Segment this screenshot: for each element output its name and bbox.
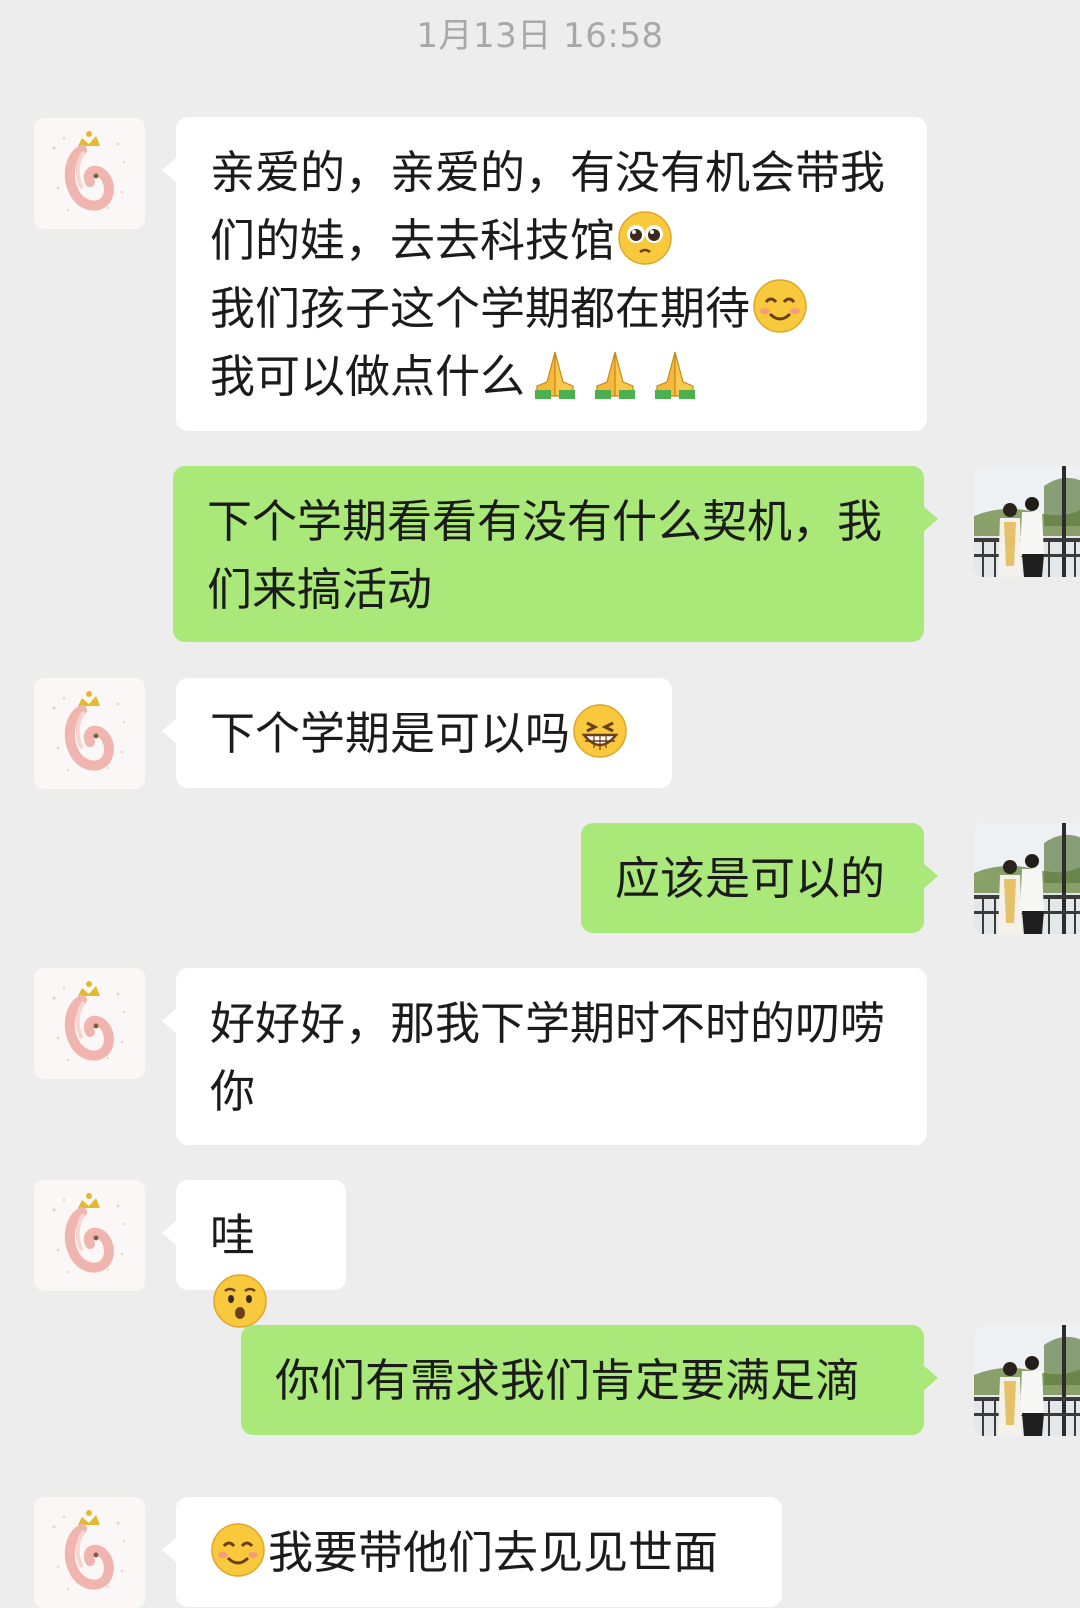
contact-avatar[interactable]: [34, 968, 145, 1079]
user-avatar[interactable]: [974, 466, 1080, 577]
contact-avatar[interactable]: [34, 678, 145, 789]
user-avatar[interactable]: [974, 823, 1080, 934]
message-text-line: 我们孩子这个学期都在期待: [210, 282, 751, 335]
message-bubble-incoming[interactable]: 下个学期是可以吗: [162, 678, 672, 788]
message-bubble-incoming[interactable]: 好好好，那我下学期时不时的叨唠 你: [162, 968, 927, 1145]
message-bubble-incoming[interactable]: 亲爱的，亲爱的，有没有机会带我 们的娃，去去科技馆 我们孩子这个学期都在期待 我…: [162, 117, 927, 431]
message-text-line: 下个学期是可以吗: [210, 707, 571, 760]
surprised-face-icon: [212, 1273, 268, 1329]
message-bubble-outgoing[interactable]: 下个学期看看有没有什么契机，我 们来搞活动: [173, 466, 938, 642]
message-text-line: 我要带他们去见见世面: [268, 1526, 719, 1579]
pleading-face-icon: [617, 210, 673, 266]
folded-hands-icon: [585, 348, 645, 400]
message-bubble-incoming[interactable]: 哇: [162, 1180, 346, 1328]
message-text-line: 亲爱的，亲爱的，有没有机会带我: [210, 146, 886, 199]
message-text-line: 应该是可以的: [615, 852, 886, 905]
message-text-line: 下个学期看看有没有什么契机，我: [207, 495, 883, 548]
message-text-line: 们来搞活动: [207, 563, 433, 616]
message-text-line: 们的娃，去去科技馆: [210, 214, 616, 267]
user-avatar[interactable]: [974, 1325, 1080, 1436]
contact-avatar[interactable]: [34, 1497, 145, 1608]
message-text-line: 你们有需求我们肯定要满足滴: [275, 1354, 861, 1407]
folded-hands-icon: [645, 348, 705, 400]
message-text-line: 我可以做点什么: [210, 350, 526, 403]
smiling-face-icon: [210, 1522, 266, 1578]
message-text-line: 好好好，那我下学期时不时的叨唠: [210, 997, 886, 1050]
message-bubble-incoming[interactable]: 我要带他们去见见世面: [162, 1497, 782, 1607]
smiling-face-icon: [752, 278, 808, 334]
message-bubble-outgoing[interactable]: 你们有需求我们肯定要满足滴: [241, 1325, 938, 1435]
folded-hands-icon: [525, 348, 585, 400]
grinning-face-icon: [572, 703, 628, 759]
contact-avatar[interactable]: [34, 118, 145, 229]
message-bubble-outgoing[interactable]: 应该是可以的: [581, 823, 938, 933]
contact-avatar[interactable]: [34, 1180, 145, 1291]
chat-timestamp: 1月13日 16:58: [416, 16, 664, 56]
message-text-line: 你: [210, 1065, 256, 1118]
message-text-line: 哇: [210, 1209, 256, 1262]
